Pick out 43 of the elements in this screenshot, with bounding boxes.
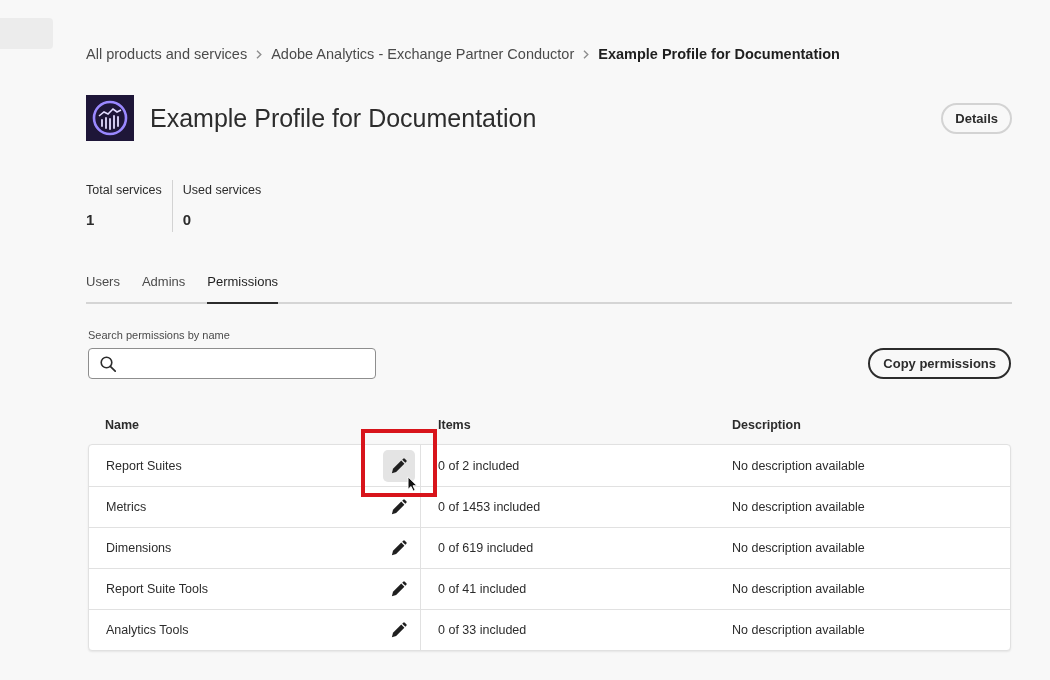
table-cell: No description available: [732, 499, 865, 515]
stat-value: 1: [86, 210, 96, 230]
tab[interactable]: Permissions: [207, 273, 279, 304]
table-cell: 0 of 41 included: [438, 581, 527, 597]
table-cell: 0 of 33 included: [438, 622, 527, 638]
table-cell: No description available: [732, 540, 865, 556]
column-header: Name: [104, 417, 140, 434]
search-icon: [100, 355, 116, 372]
chevron-right-icon: [256, 49, 263, 59]
breadcrumb-link[interactable]: All products and services: [86, 45, 248, 63]
copy-permissions-button[interactable]: Copy permissions: [868, 348, 1011, 379]
edit-button[interactable]: [383, 449, 415, 482]
breadcrumb-current-page: Example Profile for Documentation: [598, 45, 840, 63]
table-cell: Report Suites: [106, 457, 182, 474]
chevron-right-icon: [583, 49, 590, 59]
table-cell: No description available: [732, 457, 865, 474]
tab[interactable]: Admins: [141, 273, 186, 304]
table-cell: No description available: [732, 581, 865, 597]
pencil-icon: [390, 580, 408, 598]
table-cell: Dimensions: [106, 540, 172, 556]
tab[interactable]: Users: [86, 273, 120, 304]
table-cell: 0 of 1453 included: [438, 499, 541, 515]
stat-value: 0: [182, 210, 193, 230]
column-header: Items: [437, 417, 471, 434]
table-cell: 0 of 619 included: [438, 540, 534, 556]
table-cell: No description available: [732, 622, 865, 638]
stat-label: Total services: [86, 182, 162, 199]
page-title: Example Profile for Documentation: [150, 103, 537, 133]
details-button[interactable]: Details: [941, 102, 1012, 134]
table-cell: 0 of 2 included: [438, 457, 520, 474]
pencil-icon: [390, 621, 408, 639]
search-label: Search permissions by name: [88, 328, 231, 342]
pencil-icon: [390, 456, 408, 475]
column-header: Description: [731, 417, 801, 434]
pencil-icon: [390, 539, 408, 557]
stat-label: Used services: [182, 182, 262, 199]
search-field[interactable]: [88, 348, 376, 379]
table-cell: Metrics: [106, 499, 147, 515]
table-cell: Report Suite Tools: [106, 581, 208, 597]
breadcrumb-link[interactable]: Adobe Analytics - Exchange Partner Conductor: [271, 45, 575, 63]
table-cell: Analytics Tools: [106, 622, 189, 638]
chart-logo-icon: [86, 95, 134, 141]
pencil-icon: [390, 498, 408, 516]
